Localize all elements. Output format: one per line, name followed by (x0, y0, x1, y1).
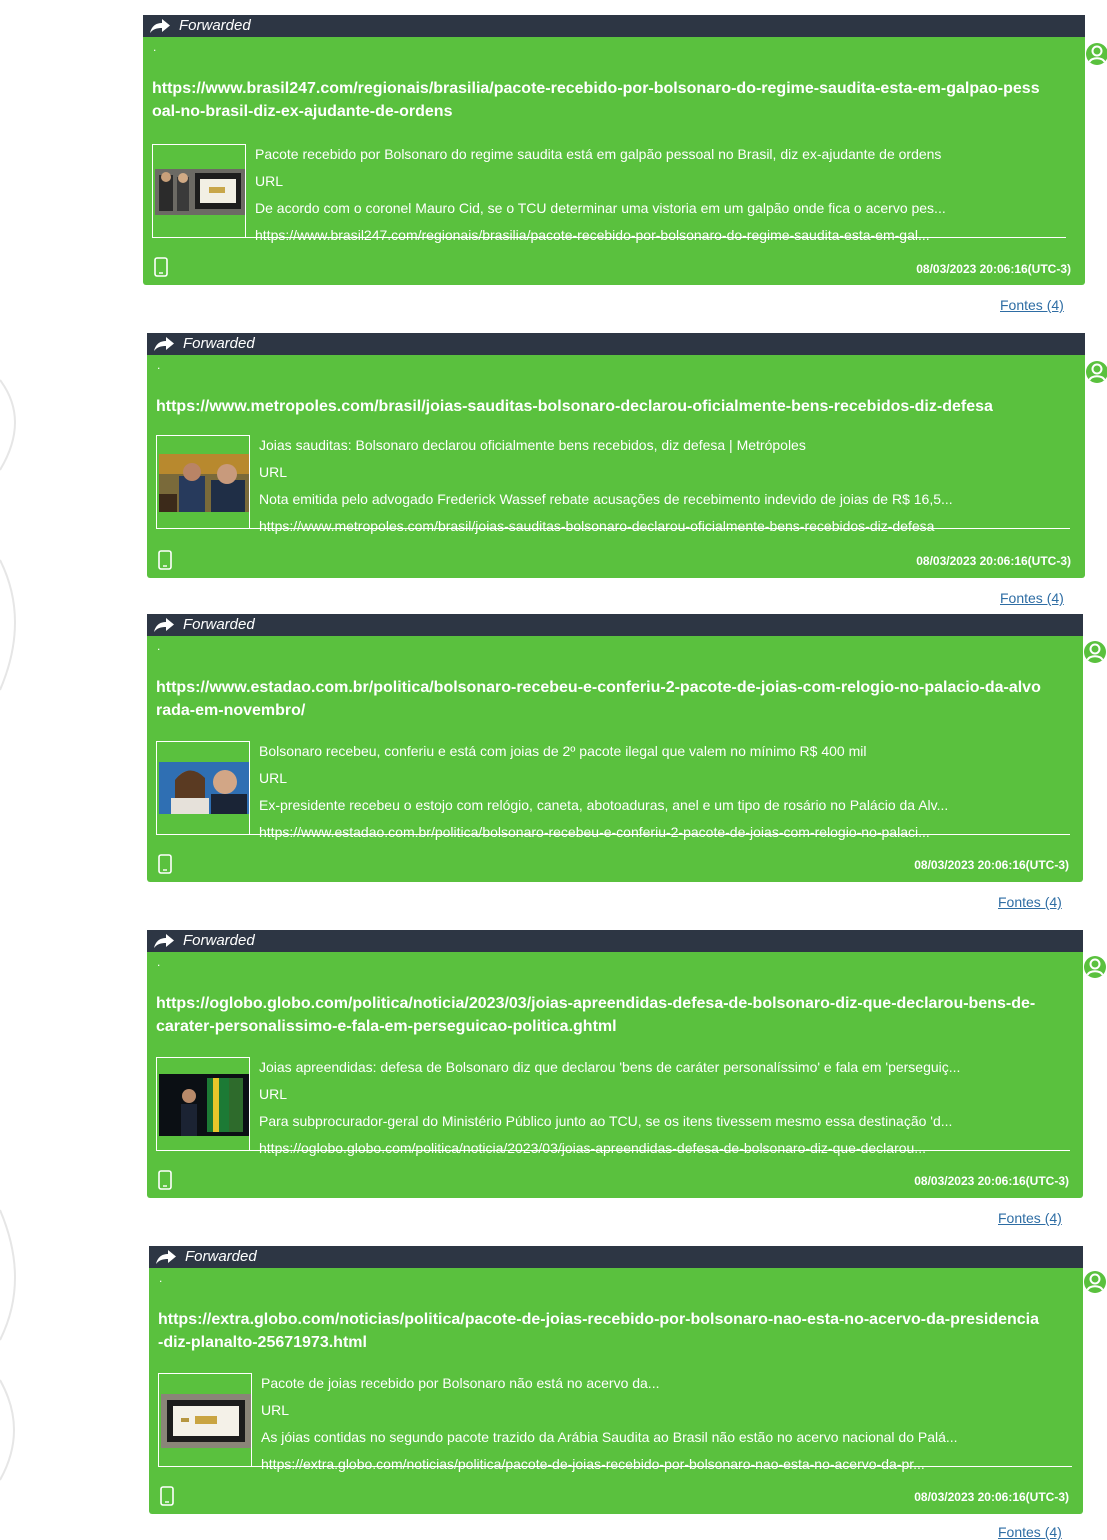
message-timestamp: 08/03/2023 20:06:16(UTC-3) (914, 1490, 1069, 1504)
user-avatar-icon[interactable] (1085, 360, 1107, 384)
user-avatar-icon[interactable] (1083, 955, 1107, 979)
forward-arrow-icon (154, 337, 174, 351)
message-timestamp: 08/03/2023 20:06:16(UTC-3) (916, 262, 1071, 276)
mobile-device-icon (158, 1170, 172, 1190)
preview-description: Ex-presidente recebeu o estojo com relóg… (259, 797, 949, 813)
forwarded-label: Forwarded (183, 616, 255, 633)
forward-arrow-icon (156, 1250, 176, 1264)
preview-divider (252, 1466, 1072, 1467)
forwarded-label: Forwarded (183, 932, 255, 949)
message-dot: . (157, 639, 161, 653)
message-link[interactable]: https://extra.globo.com/noticias/politic… (158, 1308, 1043, 1354)
message-link[interactable]: https://oglobo.globo.com/politica/notici… (156, 992, 1043, 1038)
sources-link[interactable]: Fontes (4) (1000, 297, 1064, 313)
sources-link[interactable]: Fontes (4) (998, 1210, 1062, 1226)
preview-thumbnail (152, 144, 246, 238)
message-bubble: . https://extra.globo.com/noticias/polit… (149, 1268, 1083, 1514)
preview-description: Para subprocurador-geral do Ministério P… (259, 1113, 953, 1129)
message-dot: . (153, 40, 157, 54)
preview-description: Nota emitida pelo advogado Frederick Was… (259, 491, 953, 507)
preview-divider (250, 1150, 1070, 1151)
message-timestamp: 08/03/2023 20:06:16(UTC-3) (916, 554, 1071, 568)
sources-link[interactable]: Fontes (4) (998, 1524, 1062, 1540)
forwarded-header: Forwarded (149, 1246, 1083, 1268)
user-avatar-icon[interactable] (1083, 640, 1107, 664)
message-bubble: . https://www.estadao.com.br/politica/bo… (147, 636, 1083, 882)
sources-link[interactable]: Fontes (4) (998, 894, 1062, 910)
message-link[interactable]: https://www.estadao.com.br/politica/bols… (156, 676, 1043, 722)
forwarded-header: Forwarded (143, 15, 1085, 37)
message-timestamp: 08/03/2023 20:06:16(UTC-3) (914, 858, 1069, 872)
mobile-device-icon (154, 257, 168, 277)
preview-title: Joias apreendidas: defesa de Bolsonaro d… (259, 1059, 961, 1075)
user-avatar-icon[interactable] (1083, 1270, 1107, 1294)
message-bubble: . https://oglobo.globo.com/politica/noti… (147, 952, 1083, 1198)
mobile-device-icon (158, 550, 172, 570)
preview-title: Pacote de joias recebido por Bolsonaro n… (261, 1375, 660, 1391)
preview-title: Pacote recebido por Bolsonaro do regime … (255, 146, 942, 162)
forward-arrow-icon (154, 934, 174, 948)
preview-type: URL (261, 1402, 290, 1418)
preview-url: https://www.metropoles.com/brasil/joias-… (259, 518, 935, 534)
forwarded-header: Forwarded (147, 614, 1083, 636)
preview-type: URL (259, 770, 288, 786)
preview-type: URL (255, 173, 284, 189)
preview-url: https://oglobo.globo.com/politica/notici… (259, 1140, 926, 1156)
forwarded-header: Forwarded (147, 333, 1085, 355)
message-timestamp: 08/03/2023 20:06:16(UTC-3) (914, 1174, 1069, 1188)
message-link[interactable]: https://www.metropoles.com/brasil/joias-… (156, 395, 1045, 418)
preview-thumbnail (156, 1057, 250, 1151)
message-item: Forwarded . https://oglobo.globo.com/pol… (147, 930, 1083, 1198)
preview-thumbnail (156, 741, 250, 835)
preview-title: Bolsonaro recebeu, conferiu e está com j… (259, 743, 867, 759)
chat-transcript: Forwarded . https://www.brasil247.com/re… (0, 0, 1107, 1540)
preview-url: https://www.estadao.com.br/politica/bols… (259, 824, 930, 840)
preview-divider (250, 528, 1070, 529)
mobile-device-icon (158, 854, 172, 874)
preview-divider (250, 834, 1070, 835)
preview-type: URL (259, 1086, 288, 1102)
forwarded-label: Forwarded (185, 1248, 257, 1265)
message-item: Forwarded . https://extra.globo.com/noti… (149, 1246, 1083, 1514)
message-link[interactable]: https://www.brasil247.com/regionais/bras… (152, 77, 1045, 123)
forwarded-header: Forwarded (147, 930, 1083, 952)
mobile-device-icon (160, 1486, 174, 1506)
sources-link[interactable]: Fontes (4) (1000, 590, 1064, 606)
message-item: Forwarded . https://www.metropoles.com/b… (147, 333, 1085, 578)
preview-type: URL (259, 464, 288, 480)
message-dot: . (157, 955, 161, 969)
preview-description: As jóias contidas no segundo pacote traz… (261, 1429, 958, 1445)
message-item: Forwarded . https://www.brasil247.com/re… (143, 15, 1085, 285)
preview-thumbnail (156, 435, 250, 529)
preview-divider (246, 237, 1066, 238)
forwarded-label: Forwarded (179, 17, 251, 34)
preview-description: De acordo com o coronel Mauro Cid, se o … (255, 200, 946, 216)
preview-title: Joias sauditas: Bolsonaro declarou ofici… (259, 437, 806, 453)
preview-thumbnail (158, 1373, 252, 1467)
left-edge-decoration (0, 379, 16, 1481)
preview-url: https://extra.globo.com/noticias/politic… (261, 1456, 925, 1472)
forward-arrow-icon (150, 19, 170, 33)
message-bubble: . https://www.brasil247.com/regionais/br… (143, 37, 1085, 285)
message-bubble: . https://www.metropoles.com/brasil/joia… (147, 355, 1085, 578)
user-avatar-icon[interactable] (1085, 42, 1107, 66)
message-dot: . (159, 1271, 163, 1285)
preview-url: https://www.brasil247.com/regionais/bras… (255, 227, 930, 243)
forward-arrow-icon (154, 618, 174, 632)
message-item: Forwarded . https://www.estadao.com.br/p… (147, 614, 1083, 882)
message-dot: . (157, 358, 161, 372)
forwarded-label: Forwarded (183, 335, 255, 352)
